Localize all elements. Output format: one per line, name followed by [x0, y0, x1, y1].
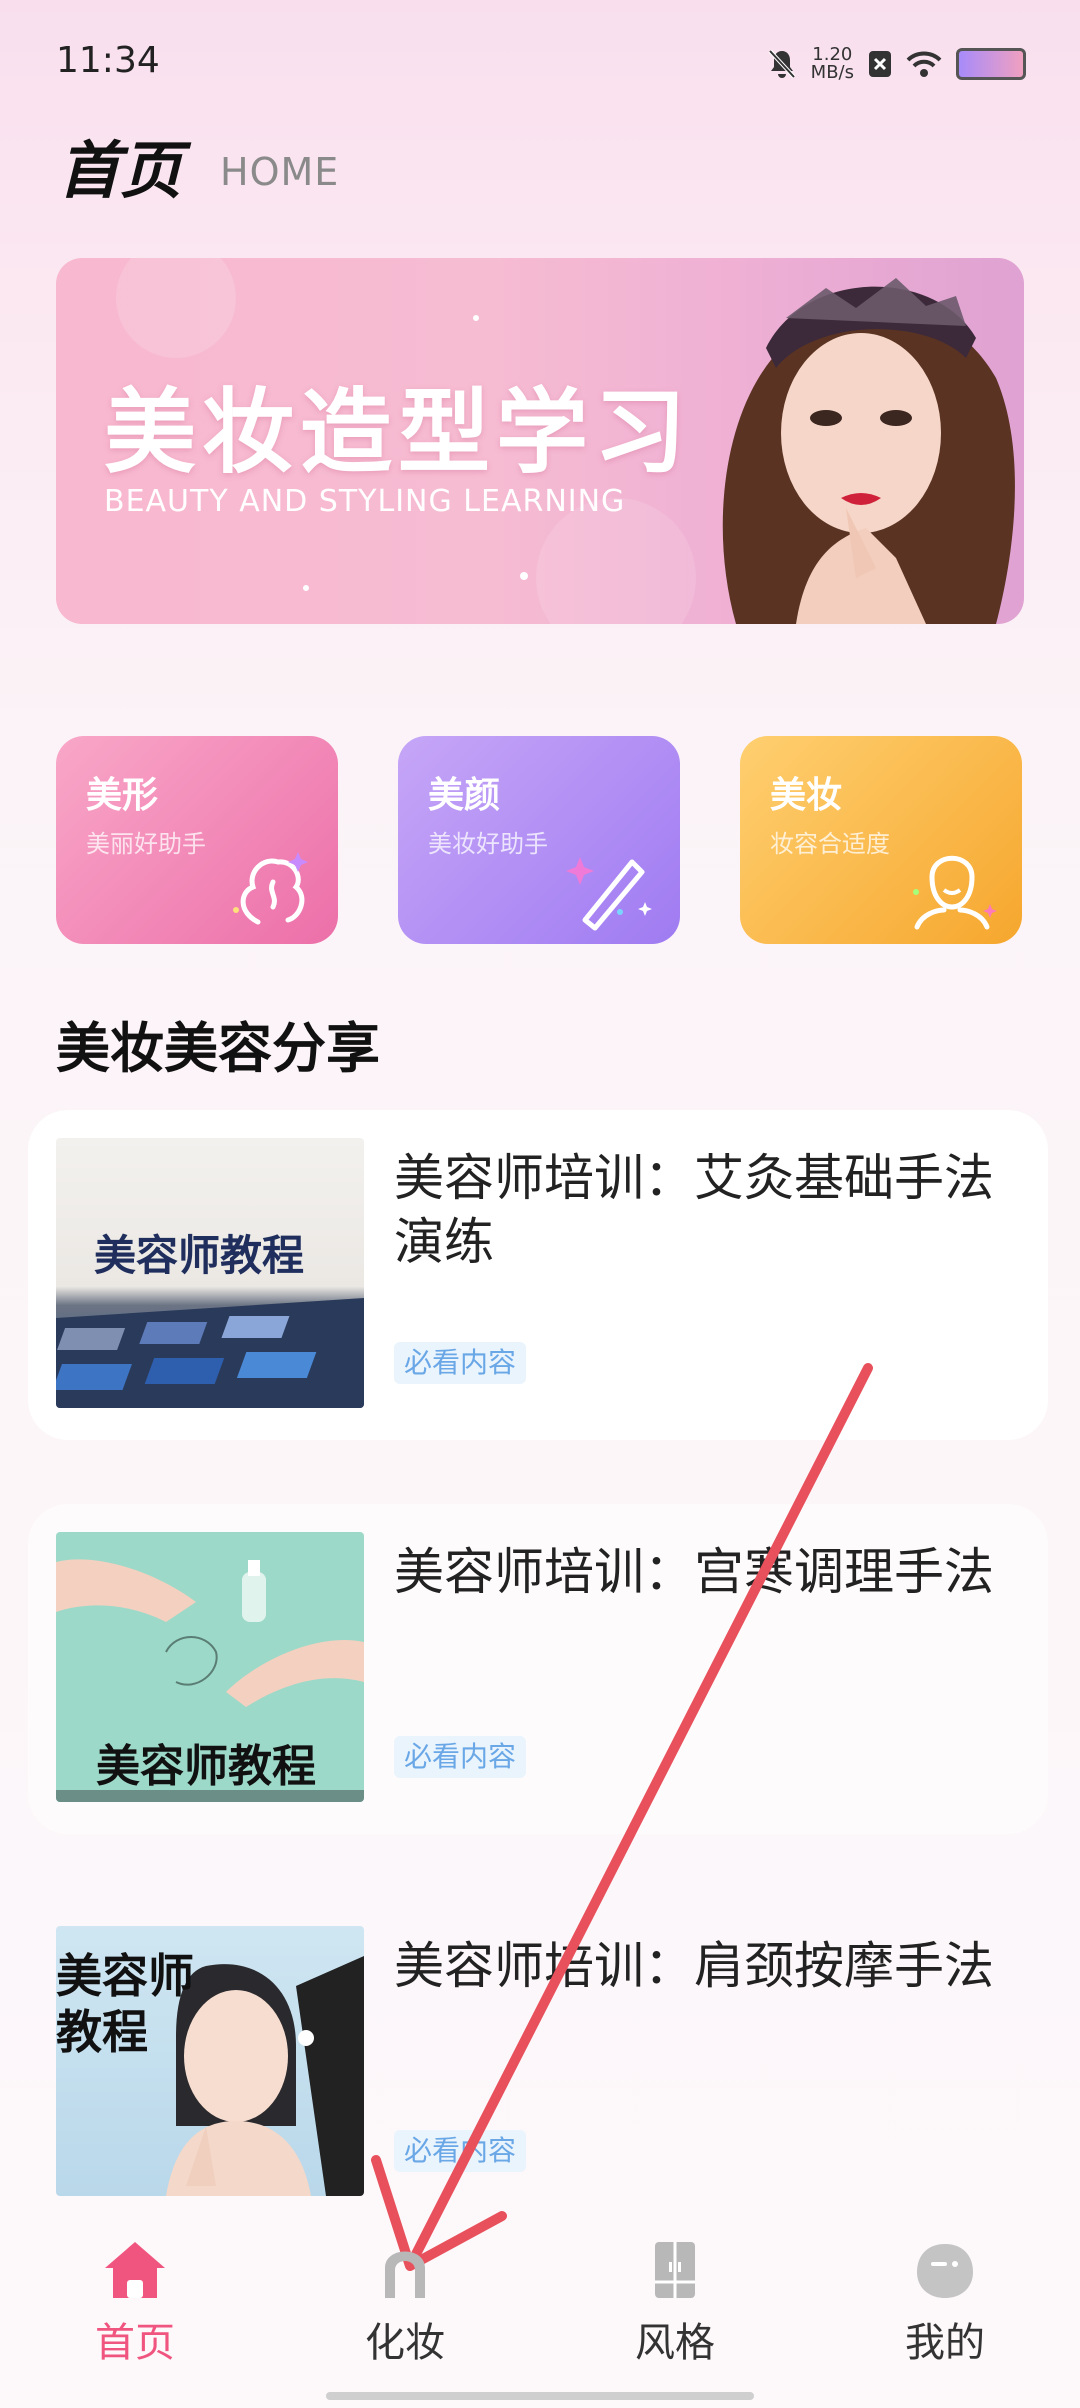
- category-card-meixing[interactable]: 美形 美丽好助手: [56, 736, 338, 944]
- home-indicator[interactable]: [326, 2392, 754, 2400]
- bell-muted-icon: [768, 49, 796, 79]
- nav-style[interactable]: 风格: [540, 2240, 810, 2390]
- category-name: 美颜: [428, 775, 501, 816]
- nav-label: 化妆: [365, 2320, 445, 2366]
- nav-label: 风格: [635, 2320, 715, 2366]
- category-card-meiyan[interactable]: 美颜 美妆好助手: [398, 736, 680, 944]
- page-subtitle: HOME: [220, 150, 340, 194]
- face-outline-icon: [913, 855, 997, 930]
- category-desc: 妆容合适度: [770, 830, 890, 858]
- profile-icon: [917, 2244, 973, 2298]
- magic-wand-icon: [566, 857, 652, 931]
- article-title: 美容师培训：宫寒调理手法: [394, 1543, 994, 1601]
- wifi-icon: [906, 51, 942, 77]
- category-desc: 美丽好助手: [86, 830, 206, 858]
- promo-banner[interactable]: 美妆造型学习 BEAUTY AND STYLING LEARNING: [56, 258, 1024, 624]
- model-portrait-image: [722, 278, 1015, 624]
- article-title: 美容师培训：肩颈按摩手法: [394, 1937, 994, 1995]
- article-card[interactable]: 美容师教程 美容师培训：宫寒调理手法 必看内容: [28, 1504, 1048, 1834]
- status-bar: 11:34 1.20 MB/s: [0, 0, 1080, 120]
- article-thumbnail: 美容师教程: [56, 1532, 364, 1802]
- battery-icon: [956, 48, 1026, 80]
- home-icon: [105, 2242, 165, 2298]
- makeup-icon: [385, 2251, 425, 2298]
- network-speed: 1.20 MB/s: [811, 46, 854, 82]
- page-title: 首页: [58, 134, 183, 207]
- article-thumbnail: 美容师 教程: [56, 1926, 364, 2196]
- category-name: 美形: [86, 775, 159, 816]
- nav-home[interactable]: 首页: [0, 2240, 270, 2390]
- status-icons: 1.20 MB/s: [767, 42, 1026, 86]
- category-card-meizhuang[interactable]: 美妆 妆容合适度: [740, 736, 1022, 944]
- article-thumbnail: 美容师教程: [56, 1138, 364, 1408]
- article-tag: 必看内容: [394, 1342, 527, 1384]
- speed-unit: MB/s: [810, 62, 854, 83]
- status-time: 11:34: [56, 40, 160, 81]
- nav-label: 我的: [905, 2320, 985, 2366]
- thumbnail-caption-line: 美容师: [56, 1949, 194, 2003]
- nav-profile[interactable]: 我的: [810, 2240, 1080, 2390]
- thumbnail-caption: 美容师教程: [94, 1231, 305, 1280]
- nav-label: 首页: [95, 2320, 175, 2366]
- article-card[interactable]: 美容师教程 美容师培训：艾灸基础手法演练 必看内容: [28, 1110, 1048, 1440]
- thumbnail-caption: 美容师 教程: [56, 1948, 194, 2060]
- hair-profile-icon: [233, 852, 308, 925]
- nav-makeup[interactable]: 化妆: [270, 2240, 540, 2390]
- bottom-nav: 首页 化妆 风格 我的: [0, 2240, 1080, 2408]
- sim-x-icon: [869, 51, 891, 77]
- thumbnail-caption-line: 教程: [56, 2005, 148, 2059]
- article-card[interactable]: 美容师 教程 美容师培训：肩颈按摩手法 必看内容: [28, 1898, 1048, 2228]
- section-title: 美妆美容分享: [56, 1017, 380, 1080]
- article-tag: 必看内容: [394, 1736, 527, 1778]
- banner-subtitle: BEAUTY AND STYLING LEARNING: [104, 484, 626, 519]
- category-name: 美妆: [770, 775, 843, 816]
- thumbnail-caption: 美容师教程: [96, 1741, 316, 1792]
- eyeshadow-palette-image: [56, 1298, 364, 1408]
- wardrobe-icon: [655, 2242, 695, 2298]
- article-title: 美容师培训：艾灸基础手法演练: [394, 1149, 994, 1271]
- banner-title: 美妆造型学习: [104, 379, 693, 486]
- category-desc: 美妆好助手: [428, 830, 548, 858]
- article-tag: 必看内容: [394, 2130, 527, 2172]
